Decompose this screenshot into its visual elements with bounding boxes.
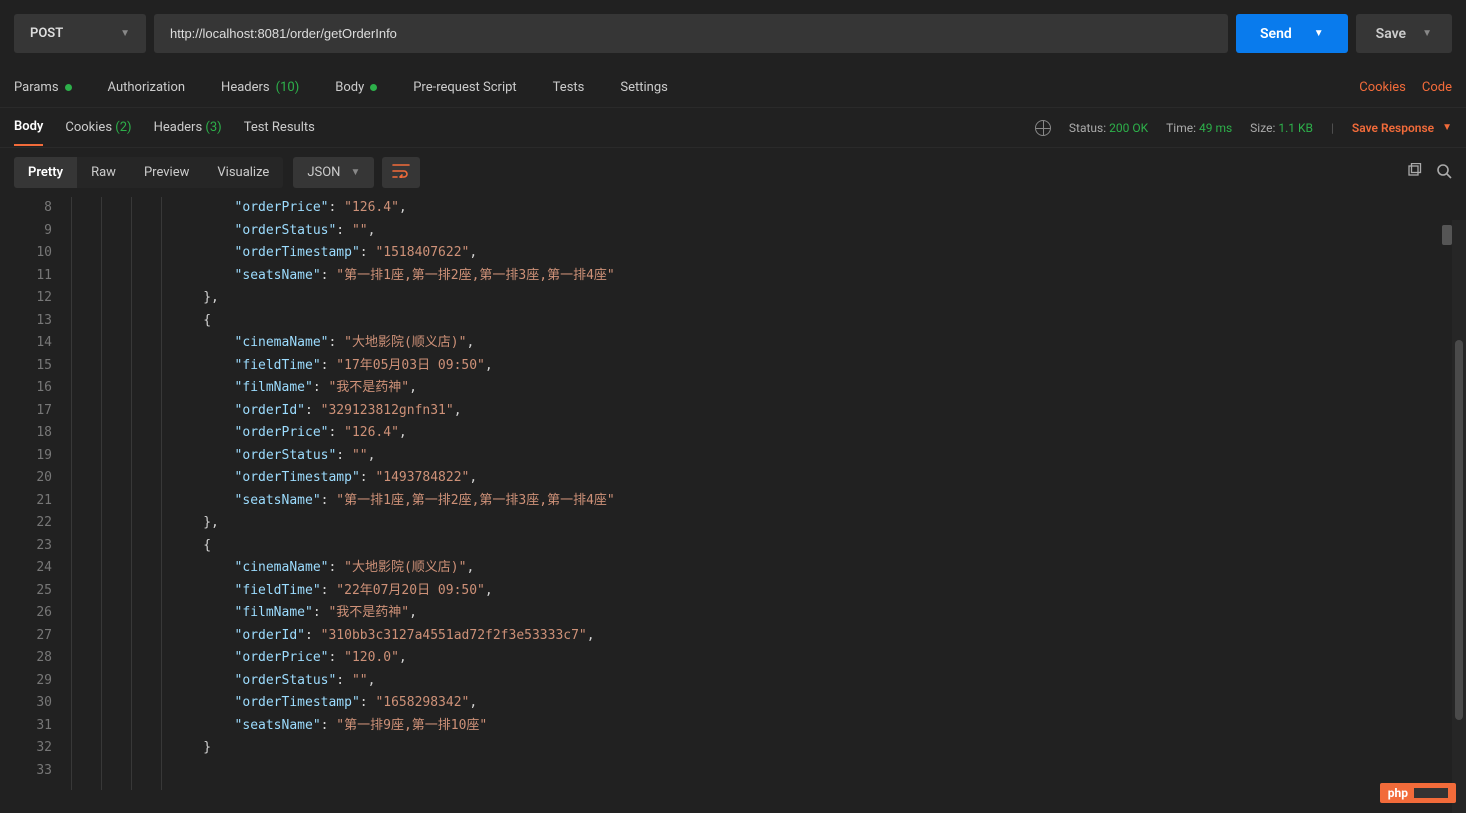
chevron-down-icon: ▼: [120, 28, 130, 39]
view-pretty[interactable]: Pretty: [14, 157, 77, 188]
search-icon[interactable]: [1436, 163, 1452, 183]
watermark: php: [1380, 783, 1456, 803]
wrap-button[interactable]: [382, 157, 420, 188]
wrap-icon: [392, 164, 410, 178]
scrollbar-thumb[interactable]: [1455, 340, 1463, 720]
minimap-handle[interactable]: [1442, 225, 1452, 245]
line-gutter: 8910111213141516171819202122232425262728…: [0, 197, 70, 790]
code-link[interactable]: Code: [1422, 80, 1452, 95]
send-label: Send: [1260, 26, 1292, 42]
chevron-down-icon: ▼: [1442, 122, 1452, 133]
cookies-link[interactable]: Cookies: [1359, 80, 1406, 95]
chevron-down-icon[interactable]: ▼: [1422, 28, 1432, 39]
tab-authorization[interactable]: Authorization: [108, 80, 186, 95]
chevron-down-icon: ▼: [350, 167, 360, 178]
resp-tab-tests[interactable]: Test Results: [244, 110, 315, 145]
dot-icon: [370, 84, 377, 91]
resp-tab-cookies[interactable]: Cookies (2): [65, 110, 131, 145]
tab-params[interactable]: Params: [14, 80, 72, 95]
globe-icon[interactable]: [1035, 120, 1051, 136]
save-label: Save: [1376, 26, 1406, 42]
view-raw[interactable]: Raw: [77, 157, 130, 188]
tab-prereq[interactable]: Pre-request Script: [413, 80, 516, 95]
save-button[interactable]: Save ▼: [1356, 14, 1452, 53]
chevron-down-icon[interactable]: ▼: [1314, 28, 1324, 39]
format-select[interactable]: JSON ▼: [293, 157, 374, 188]
time-label: Time:: [1166, 121, 1196, 135]
status-label: Status:: [1069, 121, 1106, 135]
code-content[interactable]: "orderPrice": "126.4", "orderStatus": ""…: [70, 197, 1466, 790]
url-input[interactable]: [154, 14, 1228, 53]
request-tabs: Params Authorization Headers (10) Body P…: [0, 67, 1466, 107]
tab-settings[interactable]: Settings: [620, 80, 667, 95]
status-value: 200 OK: [1109, 121, 1148, 135]
dot-icon: [65, 84, 72, 91]
view-preview[interactable]: Preview: [130, 157, 203, 188]
view-visualize[interactable]: Visualize: [203, 157, 283, 188]
response-body[interactable]: 8910111213141516171819202122232425262728…: [0, 197, 1466, 790]
tab-tests[interactable]: Tests: [553, 80, 585, 95]
size-label: Size:: [1250, 121, 1275, 135]
copy-icon[interactable]: [1406, 163, 1422, 183]
response-tabs: Body Cookies (2) Headers (3) Test Result…: [0, 107, 1466, 147]
view-bar: Pretty Raw Preview Visualize JSON ▼: [0, 147, 1466, 197]
resp-tab-body[interactable]: Body: [14, 109, 43, 146]
size-value: 1.1 KB: [1278, 121, 1313, 135]
tab-headers[interactable]: Headers (10): [221, 80, 299, 95]
method-select[interactable]: POST ▼: [14, 14, 146, 53]
resp-tab-headers[interactable]: Headers (3): [154, 110, 222, 145]
tab-body[interactable]: Body: [335, 80, 377, 95]
send-button[interactable]: Send ▼: [1236, 14, 1348, 53]
save-response-button[interactable]: Save Response▼: [1352, 121, 1452, 135]
method-label: POST: [30, 26, 63, 41]
time-value: 49 ms: [1199, 121, 1232, 135]
